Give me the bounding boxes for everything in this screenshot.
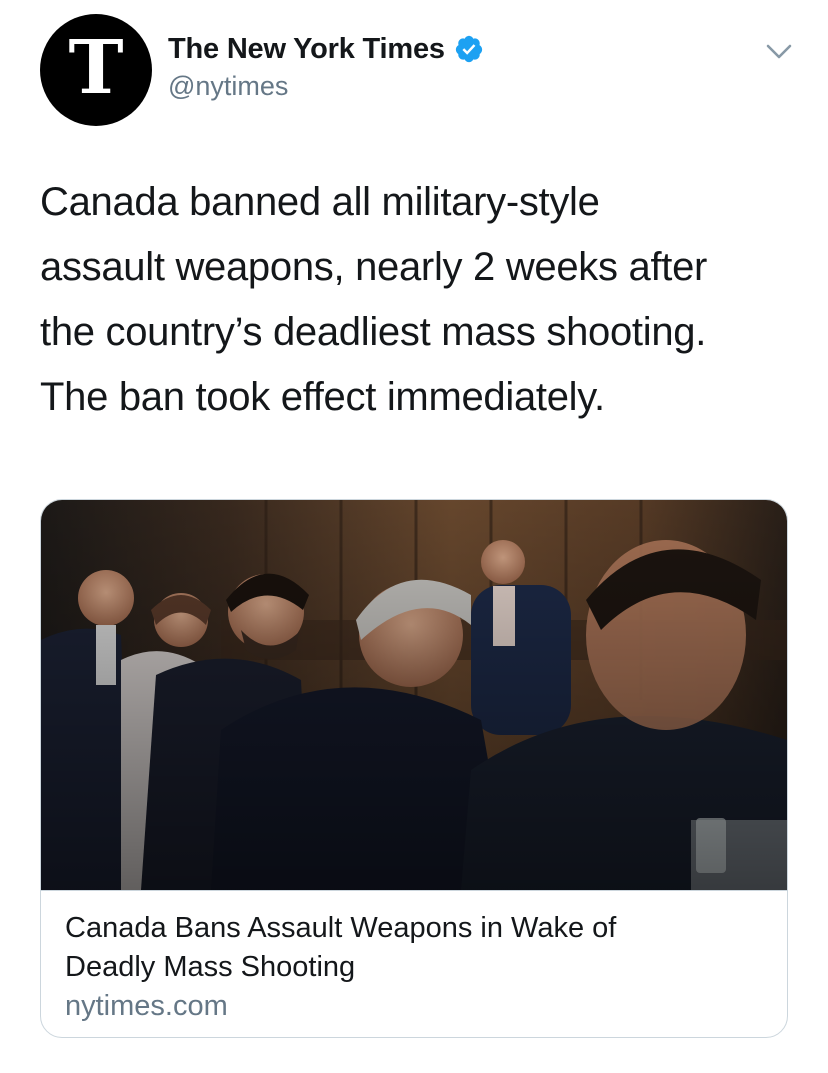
link-card-title[interactable]: Canada Bans Assault Weapons in Wake of D… — [65, 909, 705, 987]
avatar[interactable]: T — [40, 14, 152, 126]
tweet-text: Canada banned all military-style assault… — [40, 180, 708, 419]
tweet-author: The New York Times @nytimes — [168, 30, 728, 102]
link-card[interactable]: Canada Bans Assault Weapons in Wake of D… — [40, 499, 788, 1038]
author-display-name[interactable]: The New York Times — [168, 33, 445, 66]
name-row: The New York Times — [168, 30, 728, 68]
chevron-down-icon[interactable] — [762, 38, 796, 64]
tweet: T The New York Times @nytimes Canada ban… — [0, 0, 828, 1073]
author-handle[interactable]: @nytimes — [168, 71, 728, 102]
verified-badge-icon — [455, 35, 482, 63]
nyt-logo-icon: T — [68, 25, 124, 111]
link-card-image[interactable] — [41, 500, 787, 890]
link-card-body[interactable]: Canada Bans Assault Weapons in Wake of D… — [41, 890, 787, 1037]
link-card-domain[interactable]: nytimes.com — [65, 987, 763, 1025]
